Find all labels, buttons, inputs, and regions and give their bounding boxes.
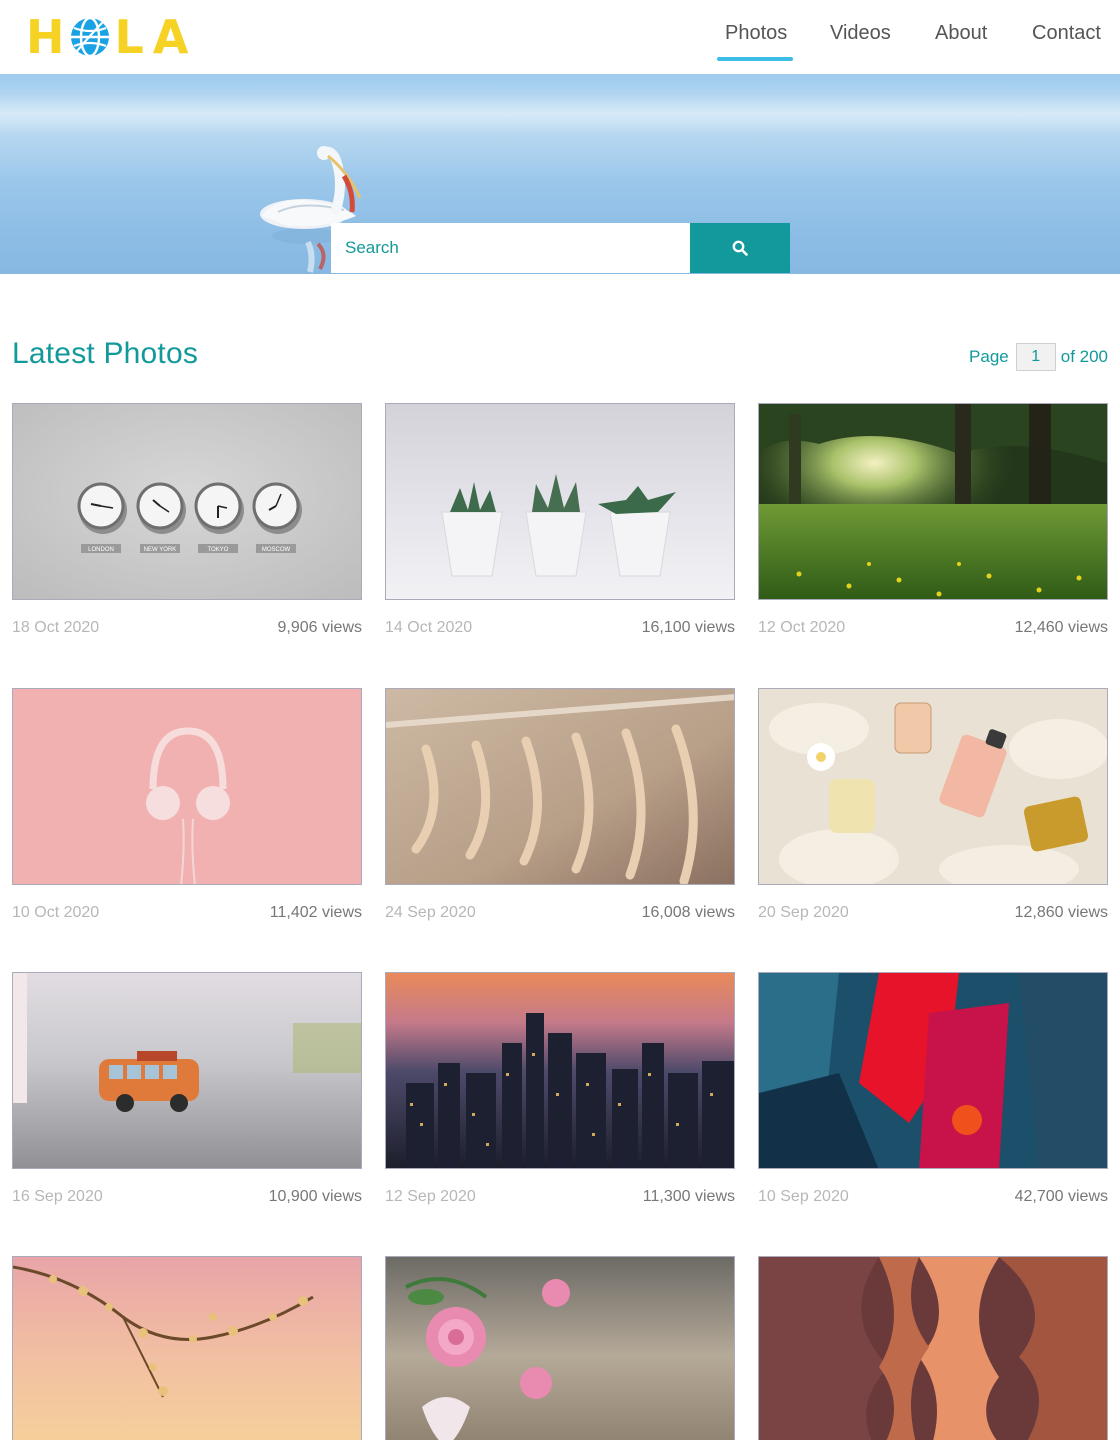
photo-thumbnail-canyon[interactable]	[758, 1256, 1108, 1440]
logo-letter-l: L	[114, 10, 145, 64]
photo-views: 10,900 views	[268, 1188, 362, 1205]
photo-card	[12, 1256, 362, 1440]
hero-banner	[0, 74, 1120, 274]
clock-label-new-york: NEW YORK	[144, 547, 177, 553]
photo-thumbnail-toy-van[interactable]	[12, 972, 362, 1169]
hero-horizon-haze	[0, 94, 1120, 134]
active-nav-indicator	[717, 57, 793, 61]
photo-views: 12,860 views	[1014, 904, 1108, 921]
clock-label-moscow: MOSCOW	[262, 547, 291, 553]
photo-date: 12 Oct 2020	[758, 619, 846, 636]
photo-views: 11,402 views	[269, 904, 362, 921]
photo-thumbnail-forest[interactable]	[758, 403, 1108, 600]
nav-about[interactable]: About	[935, 22, 987, 45]
search-bar	[331, 223, 790, 273]
search-icon	[732, 240, 748, 256]
photo-card: 10 Oct 2020 11,402 views	[12, 688, 362, 928]
photo-views: 12,460 views	[1014, 619, 1108, 636]
search-input[interactable]	[331, 223, 690, 273]
photo-card: 20 Sep 2020 12,860 views	[758, 688, 1108, 928]
photo-thumbnail-clocks[interactable]: LONDON NEW YORK TOKYO MOSCOW	[12, 403, 362, 600]
pagination: Page of 200	[969, 343, 1108, 371]
photo-date: 20 Sep 2020	[758, 904, 849, 921]
photo-card: 12 Sep 2020 11,300 views	[385, 972, 735, 1212]
clock-label-london: LONDON	[88, 547, 114, 553]
search-button[interactable]	[690, 223, 790, 273]
photo-thumbnail-hangers[interactable]	[385, 688, 735, 885]
photo-card: 24 Sep 2020 16,008 views	[385, 688, 735, 928]
nav-contact[interactable]: Contact	[1032, 22, 1101, 45]
photo-date: 16 Sep 2020	[12, 1188, 103, 1205]
photo-date: 24 Sep 2020	[385, 904, 476, 921]
logo-letter-h: H	[26, 10, 66, 64]
photo-card: 10 Sep 2020 42,700 views	[758, 972, 1108, 1212]
photo-views: 16,100 views	[641, 619, 735, 636]
photo-date: 14 Oct 2020	[385, 619, 473, 636]
pagination-suffix: of 200	[1060, 347, 1108, 366]
logo-letter-a: A	[152, 10, 190, 64]
photo-thumbnail-blossom[interactable]	[12, 1256, 362, 1440]
photo-date: 10 Sep 2020	[758, 1188, 849, 1205]
nav-videos[interactable]: Videos	[830, 22, 891, 45]
photo-thumbnail-abstract[interactable]	[758, 972, 1108, 1169]
clock-label-tokyo: TOKYO	[208, 547, 229, 553]
photo-card: 12 Oct 2020 12,460 views	[758, 403, 1108, 643]
photo-thumbnail-roses[interactable]	[385, 1256, 735, 1440]
page-number-input[interactable]	[1015, 343, 1056, 371]
globe-icon	[70, 16, 109, 58]
photo-thumbnail-headphones[interactable]	[12, 688, 362, 885]
photo-date: 10 Oct 2020	[12, 904, 100, 921]
photo-card: 14 Oct 2020 16,100 views	[385, 403, 735, 643]
photo-thumbnail-succulents[interactable]	[385, 403, 735, 600]
photo-thumbnail-perfumes[interactable]	[758, 688, 1108, 885]
photo-card: LONDON NEW YORK TOKYO MOSCOW 18 Oct 2020…	[12, 403, 362, 643]
photo-views: 42,700 views	[1014, 1188, 1108, 1205]
photo-views: 9,906 views	[277, 619, 363, 636]
pagination-prefix: Page	[969, 347, 1009, 366]
photo-card	[385, 1256, 735, 1440]
photo-card: 16 Sep 2020 10,900 views	[12, 972, 362, 1212]
photo-date: 12 Sep 2020	[385, 1188, 476, 1205]
photo-views: 16,008 views	[641, 904, 735, 921]
photo-thumbnail-skyline[interactable]	[385, 972, 735, 1169]
photo-views: 11,300 views	[642, 1188, 735, 1205]
hola-logo[interactable]: H L A	[26, 14, 189, 60]
section-title: Latest Photos	[12, 337, 199, 370]
site-header: H L A Photos Videos About Contact	[0, 0, 1120, 74]
nav-photos[interactable]: Photos	[725, 22, 787, 45]
photo-card	[758, 1256, 1108, 1440]
photo-date: 18 Oct 2020	[12, 619, 100, 636]
